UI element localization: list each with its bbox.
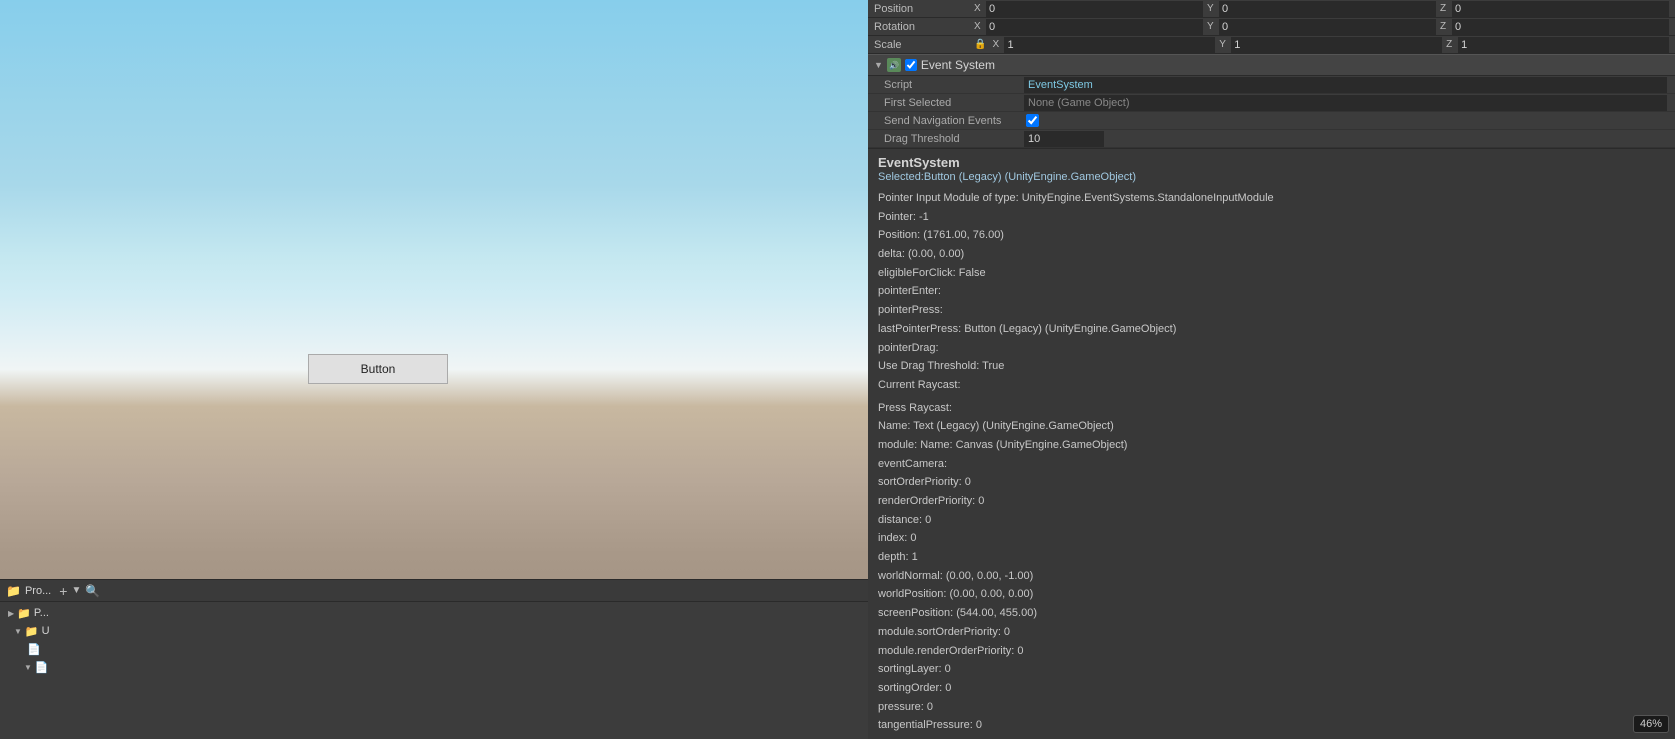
- position-info-line: Position: (1761.00, 76.00): [878, 226, 1665, 245]
- send-nav-row: Send Navigation Events: [868, 112, 1675, 130]
- last-pointer-press-line: lastPointerPress: Button (Legacy) (Unity…: [878, 320, 1665, 339]
- z-axis-label-pos: Z: [1440, 3, 1450, 14]
- x-axis-label-rot: X: [974, 21, 984, 32]
- scale-label: Scale: [874, 39, 974, 51]
- world-normal-line: worldNormal: (0.00, 0.00, -1.00): [878, 567, 1665, 586]
- sorting-layer-line: sortingLayer: 0: [878, 660, 1665, 679]
- tree-item-u[interactable]: ▼ 📁 U: [0, 622, 868, 640]
- pointer-press-line: pointerPress:: [878, 301, 1665, 320]
- script-value[interactable]: EventSystem: [1024, 77, 1667, 93]
- zoom-value: 46%: [1640, 718, 1662, 730]
- drag-threshold-row: Drag Threshold: [868, 130, 1675, 148]
- pressure-line: pressure: 0: [878, 698, 1665, 717]
- pointer-enter-line: pointerEnter:: [878, 282, 1665, 301]
- eligible-click-line: eligibleForClick: False: [878, 264, 1665, 283]
- pointer-input-line: Pointer Input Module of type: UnityEngin…: [878, 189, 1665, 208]
- scene-button[interactable]: Button: [308, 354, 448, 384]
- rotation-x[interactable]: [986, 19, 1203, 35]
- position-z[interactable]: [1452, 1, 1669, 17]
- scale-y[interactable]: [1231, 37, 1442, 53]
- rotation-z[interactable]: [1452, 19, 1669, 35]
- press-raycast-line: Press Raycast:: [878, 399, 1665, 418]
- inspector-panel: Position X Y Z Rotation: [868, 0, 1675, 739]
- fold-arrow-icon: ▼: [874, 60, 883, 70]
- rotation-label: Rotation: [874, 21, 974, 33]
- name-text-line: Name: Text (Legacy) (UnityEngine.GameObj…: [878, 417, 1665, 436]
- z-axis-label-scale: Z: [1446, 39, 1456, 50]
- position-row: Position X Y Z: [868, 0, 1675, 18]
- tree-item-child2[interactable]: ▼ 📄: [0, 658, 868, 676]
- rotation-y[interactable]: [1219, 19, 1436, 35]
- tangential-pressure-line: tangentialPressure: 0: [878, 716, 1665, 735]
- event-system-component-title: Event System: [921, 58, 995, 72]
- tree-arrow-u: ▼: [14, 627, 22, 636]
- sort-order-priority-line: sortOrderPriority: 0: [878, 473, 1665, 492]
- y-axis-label-rot: Y: [1207, 21, 1217, 32]
- folder-icon-p: 📁: [17, 607, 31, 620]
- first-selected-row: First Selected None (Game Object): [868, 94, 1675, 112]
- scene-view: Button 📁 Pro... + ▼ 🔍 ▶ 📁 P... ▼: [0, 0, 868, 739]
- event-system-info-title: EventSystem: [878, 155, 1665, 170]
- event-system-selected-text: Selected:Button (Legacy) (UnityEngine.Ga…: [878, 171, 1665, 183]
- scene-button-label: Button: [361, 362, 396, 376]
- folder-icon-u: 📁: [25, 625, 39, 638]
- current-raycast-line: Current Raycast:: [878, 376, 1665, 395]
- script-row: Script EventSystem: [868, 76, 1675, 94]
- send-nav-label: Send Navigation Events: [884, 115, 1024, 127]
- event-system-info-panel: EventSystem Selected:Button (Legacy) (Un…: [868, 149, 1675, 739]
- scale-row: Scale 🔒 X Y Z: [868, 36, 1675, 54]
- project-label: Pro...: [25, 585, 51, 597]
- first-selected-label: First Selected: [884, 97, 1024, 109]
- scale-lock-icon: 🔒: [974, 39, 986, 50]
- y-axis-label-scale: Y: [1219, 39, 1229, 50]
- depth-line: depth: 1: [878, 548, 1665, 567]
- module-line: module: Name: Canvas (UnityEngine.GameOb…: [878, 436, 1665, 455]
- toolbar-plus-btn[interactable]: +: [59, 583, 67, 599]
- tree-arrow-p: ▶: [8, 609, 14, 618]
- y-axis-label-pos: Y: [1207, 3, 1217, 14]
- pointer-drag-line: pointerDrag:: [878, 339, 1665, 358]
- index-line: index: 0: [878, 529, 1665, 548]
- toolbar-arrow-btn[interactable]: ▼: [71, 585, 81, 596]
- z-axis-label-rot: Z: [1440, 21, 1450, 32]
- module-sort-priority-line: module.sortOrderPriority: 0: [878, 623, 1665, 642]
- distance-line: distance: 0: [878, 511, 1665, 530]
- file-icon-c2: 📄: [35, 661, 49, 674]
- x-axis-label-pos: X: [974, 3, 984, 14]
- drag-threshold-label: Drag Threshold: [884, 133, 1024, 145]
- tree-item-child1[interactable]: 📄: [0, 640, 868, 658]
- scale-x[interactable]: [1004, 37, 1215, 53]
- render-order-priority-line: renderOrderPriority: 0: [878, 492, 1665, 511]
- folder-icon: 📁: [6, 584, 21, 598]
- pointer-line: Pointer: -1: [878, 208, 1665, 227]
- first-selected-value[interactable]: None (Game Object): [1024, 95, 1667, 111]
- rotation-row: Rotation X Y Z: [868, 18, 1675, 36]
- tree-item-p[interactable]: ▶ 📁 P...: [0, 604, 868, 622]
- script-label: Script: [884, 79, 1024, 91]
- position-x[interactable]: [986, 1, 1203, 17]
- world-position-line: worldPosition: (0.00, 0.00, 0.00): [878, 585, 1665, 604]
- tree-arrow-c2: ▼: [24, 663, 32, 672]
- component-icon-event: 🔊: [887, 58, 901, 72]
- zoom-badge: 46%: [1633, 715, 1669, 733]
- position-y[interactable]: [1219, 1, 1436, 17]
- file-icon-c1: 📄: [27, 643, 41, 656]
- tree-label-u: U: [42, 625, 50, 637]
- delta-line: delta: (0.00, 0.00): [878, 245, 1665, 264]
- component-enable-checkbox[interactable]: [905, 59, 917, 71]
- position-label: Position: [874, 3, 974, 15]
- send-nav-checkbox[interactable]: [1026, 114, 1039, 127]
- event-system-header[interactable]: ▼ 🔊 Event System: [868, 54, 1675, 76]
- x-axis-label-scale: X: [992, 39, 1002, 50]
- event-camera-line: eventCamera:: [878, 455, 1665, 474]
- sorting-order-line: sortingOrder: 0: [878, 679, 1665, 698]
- drag-threshold-input[interactable]: [1024, 131, 1104, 147]
- use-drag-threshold-line: Use Drag Threshold: True: [878, 357, 1665, 376]
- tree-label-p: P...: [34, 607, 49, 619]
- module-render-priority-line: module.renderOrderPriority: 0: [878, 642, 1665, 661]
- scale-z[interactable]: [1458, 37, 1669, 53]
- altitude-angle-line: altitudeAngle: 0: [878, 735, 1665, 739]
- screen-position-line: screenPosition: (544.00, 455.00): [878, 604, 1665, 623]
- toolbar-search-btn[interactable]: 🔍: [85, 584, 100, 598]
